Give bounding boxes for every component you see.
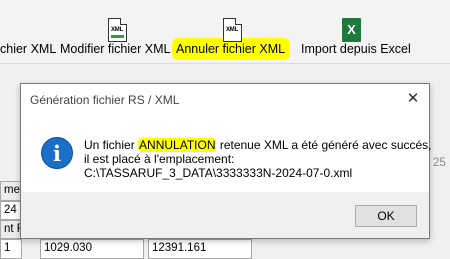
toolbar-button-label: Annuler fichier XML [176, 42, 286, 56]
grid-cell[interactable]: 12391.161 [148, 239, 252, 259]
message-dialog: Génération fichier RS / XML ✕ i Un fichi… [20, 83, 432, 239]
excel-icon: X [342, 18, 361, 42]
xml-file-edit-icon: XML [108, 18, 127, 42]
grid-header-cell: nt RS [0, 220, 22, 239]
message-text: retenue XML a été généré avec succés, [216, 138, 432, 152]
toolbar-button-label: chier XML [0, 42, 57, 56]
info-icon: i [41, 137, 73, 169]
grid-cell[interactable]: 1029.030 [40, 239, 144, 259]
message-text: Un fichier [84, 138, 139, 152]
toolbar-button-label: Modifier fichier XML [60, 42, 171, 56]
file-path: C:\TASSARUF_3_DATA\3333333N-2024-07-0.xm… [84, 166, 353, 180]
toolbar: chier XML XML Modifier fichier XML XML A… [0, 0, 450, 64]
highlighted-word: ANNULATION [138, 138, 217, 152]
dialog-message: Un fichier ANNULATION retenue XML a été … [84, 138, 432, 180]
xml-file-cancel-icon: XML [223, 18, 242, 42]
grid-header-cell: ment [0, 181, 22, 201]
toolbar-button-label: Import depuis Excel [301, 42, 411, 56]
close-icon[interactable]: ✕ [403, 90, 423, 108]
dialog-title: Génération fichier RS / XML [30, 93, 180, 107]
ok-button[interactable]: OK [355, 205, 417, 227]
grid-cell[interactable]: 24 [0, 201, 22, 220]
grid-cell: 25 [433, 157, 446, 169]
dialog-footer: OK [21, 192, 429, 238]
grid-cell[interactable]: 1 [0, 239, 22, 259]
message-text: il est placé à l'emplacement: [84, 152, 235, 166]
